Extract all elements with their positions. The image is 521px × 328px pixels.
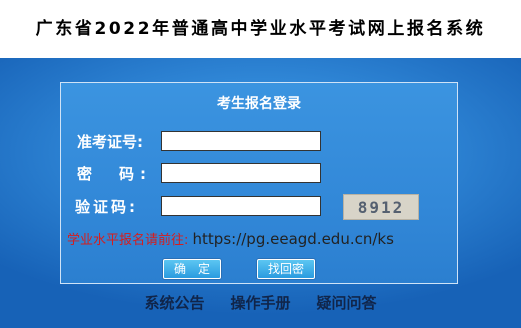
page-title: 广东省2022年普通高中学业水平考试网上报名系统 [35,19,486,39]
footer-link-manual[interactable]: 操作手册 [230,292,290,313]
recover-password-button[interactable]: 找回密 [257,259,315,279]
captcha-image[interactable]: 8912 [343,194,419,220]
notice-line: 学业水平报名请前往: https://pg.eeagd.edu.cn/ks [67,229,394,248]
notice-url[interactable]: https://pg.eeagd.edu.cn/ks [193,230,394,248]
password-label: 密 码: [77,165,152,183]
id-label: 准考证号: [77,133,143,151]
password-field[interactable] [161,163,321,183]
login-panel-title: 考生报名登录 [217,96,301,112]
captcha-label: 验证码: [75,198,138,216]
footer-link-faq[interactable]: 疑问问答 [317,292,377,313]
id-field[interactable] [161,131,321,151]
captcha-text: 8912 [357,197,405,217]
login-panel: 考生报名登录 准考证号: 密 码: 验证码: 8912 学业水平报名请前往: h… [60,82,458,284]
footer-link-announcement[interactable]: 系统公告 [144,292,204,313]
notice-prefix: 学业水平报名请前往: [67,233,189,248]
confirm-button[interactable]: 确 定 [163,259,221,279]
header-bar: 广东省2022年普通高中学业水平考试网上报名系统 [0,0,521,58]
footer-links: 系统公告 操作手册 疑问问答 [0,292,521,313]
captcha-field[interactable] [161,196,321,216]
